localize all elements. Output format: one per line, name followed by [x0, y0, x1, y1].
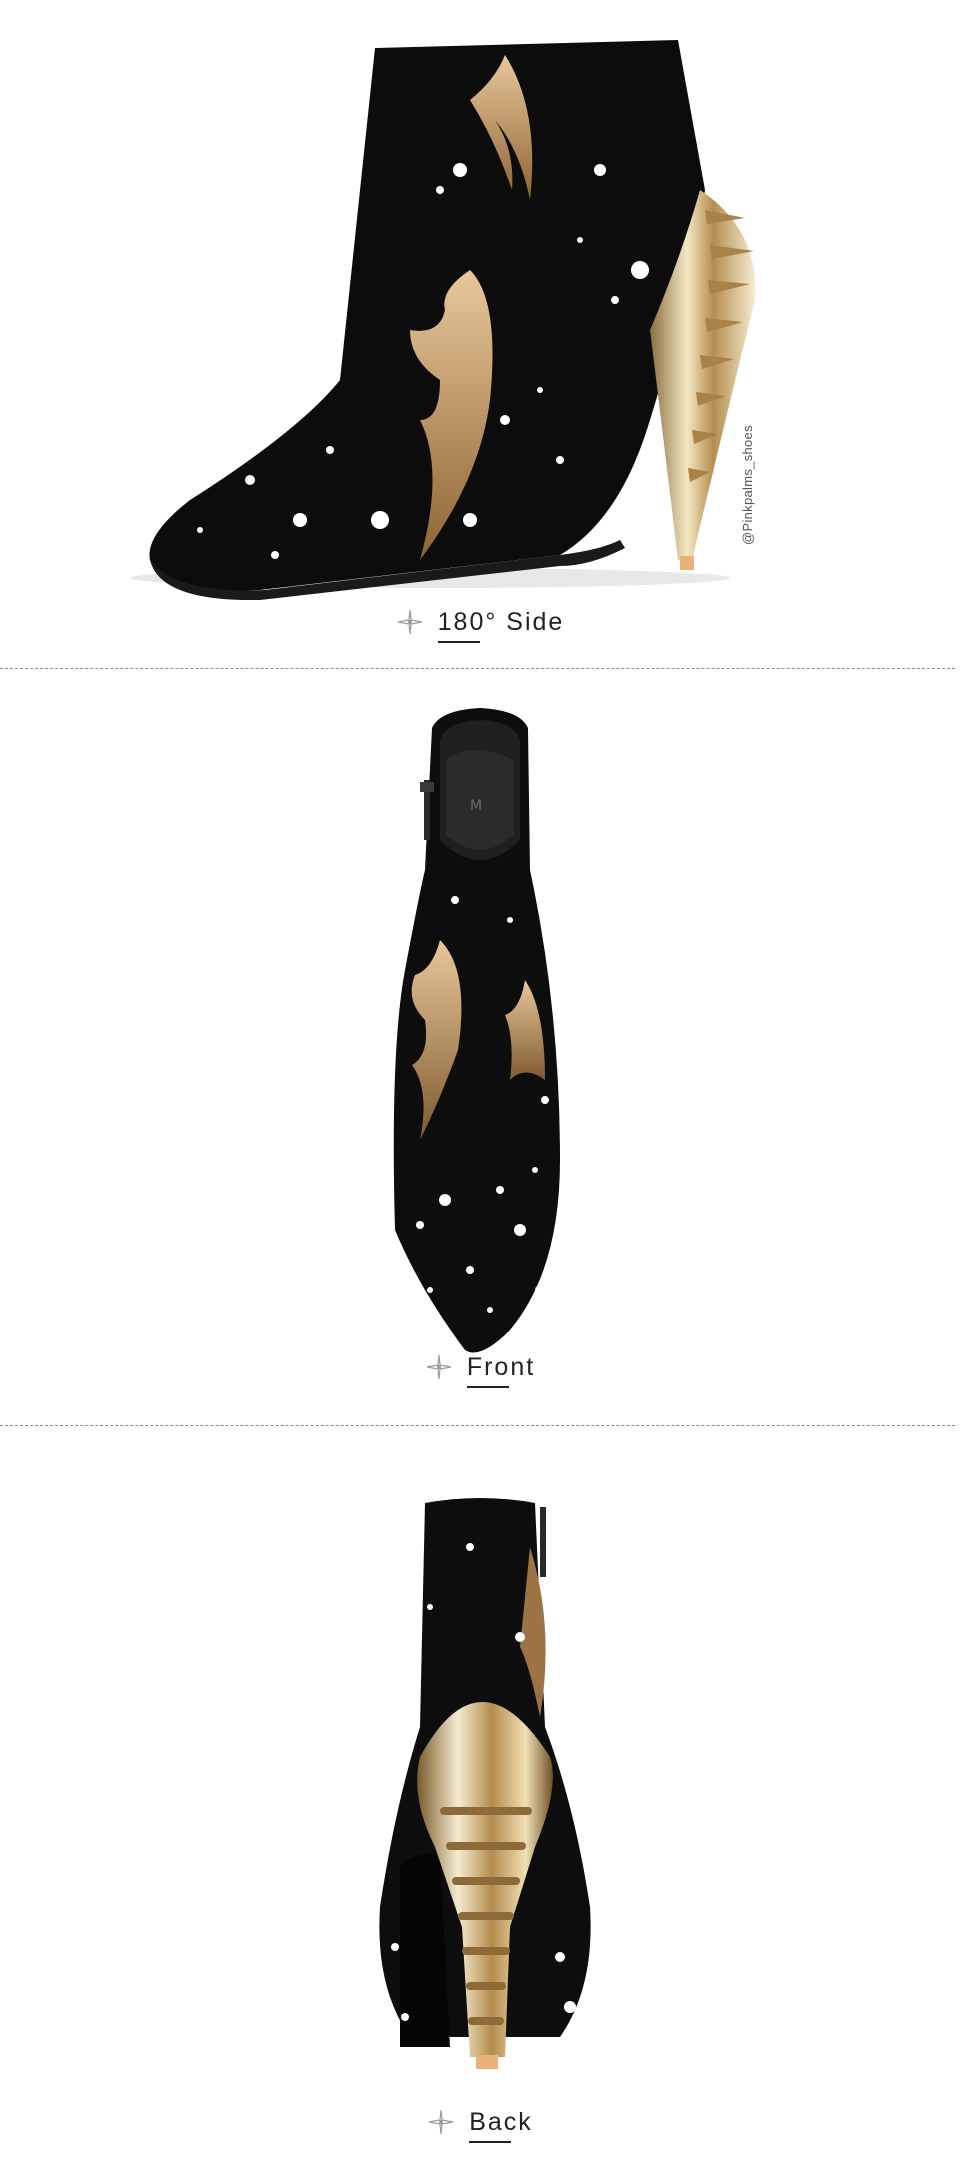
back-view-boot-image — [379, 1498, 591, 2069]
svg-text:M: M — [470, 798, 482, 814]
back-view-label: Back — [469, 2108, 533, 2136]
caption-underline — [437, 641, 480, 643]
watermark-text: @Pinkpalms_shoes — [740, 425, 755, 545]
caption-underline — [469, 2141, 512, 2143]
front-view-section: M Front — [0, 670, 960, 1425]
back-view-section: Back — [0, 1427, 960, 2173]
section-divider — [0, 668, 955, 669]
caption-label-wrap: Back — [469, 2107, 533, 2143]
front-view-caption: Front — [0, 1352, 960, 1388]
sparkle-icon — [426, 1354, 451, 1380]
caption-label-wrap: 180° Side — [437, 607, 565, 643]
caption-label-wrap: Front — [466, 1352, 536, 1388]
front-view-boot-image: M — [393, 708, 560, 1353]
side-view-label: 180° Side — [437, 608, 565, 636]
side-view-caption: 180° Side — [0, 607, 960, 643]
front-view-label: Front — [466, 1353, 536, 1381]
side-view-boot-image — [130, 40, 756, 600]
sparkle-icon — [397, 609, 422, 635]
caption-underline — [466, 1386, 509, 1388]
back-view-caption: Back — [0, 2107, 960, 2143]
sparkle-icon — [429, 2109, 454, 2135]
section-divider — [0, 1425, 955, 1426]
side-view-section: @Pinkpalms_shoes 180° Side — [0, 0, 960, 670]
